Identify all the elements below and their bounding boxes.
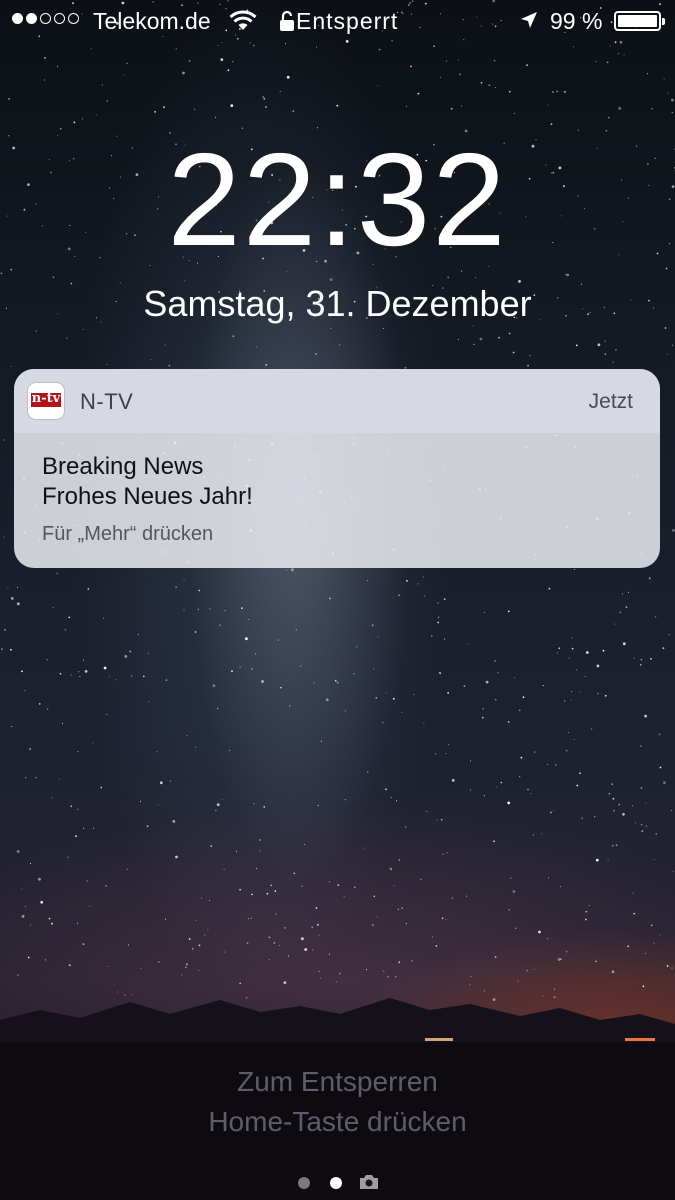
signal-strength-icon <box>12 13 79 24</box>
status-bar: Telekom.de Entsperrt 99 % <box>0 0 675 42</box>
battery-icon <box>614 11 665 31</box>
battery-percentage: 99 % <box>550 8 603 34</box>
lock-status-label: Entsperrt <box>296 8 399 34</box>
lock-screen-time: 22:32 <box>167 126 508 273</box>
unlock-line-2: Home-Taste drücken <box>208 1106 467 1137</box>
lock-icon <box>280 10 294 31</box>
lock-screen-date: Samstag, 31. Dezember <box>143 283 532 324</box>
notification-more-hint: Für „Mehr“ drücken <box>42 523 214 545</box>
carrier-label: Telekom.de <box>93 8 211 34</box>
notification-body: Frohes Neues Jahr! <box>42 483 253 510</box>
notification-header: n-tv N-TV Jetzt <box>14 369 660 433</box>
notification-card[interactable]: n-tv N-TV Jetzt Breaking News Frohes Neu… <box>14 369 660 568</box>
notification-app-name: N-TV <box>80 389 134 414</box>
ntv-app-icon: n-tv <box>28 383 64 419</box>
unlock-instruction: Zum Entsperren Home-Taste drücken <box>0 1062 675 1142</box>
notification-title: Breaking News <box>42 453 204 480</box>
notification-time: Jetzt <box>588 390 633 413</box>
page-indicator[interactable] <box>298 1173 388 1193</box>
location-arrow-icon <box>521 12 537 28</box>
wifi-icon <box>229 10 257 30</box>
page-dot-1[interactable] <box>298 1177 310 1189</box>
camera-icon[interactable] <box>358 1173 380 1191</box>
unlock-line-1: Zum Entsperren <box>237 1066 438 1097</box>
lock-screen: Telekom.de Entsperrt 99 % 22:32 Samstag,… <box>0 0 675 1200</box>
page-dot-2-current[interactable] <box>330 1177 342 1189</box>
